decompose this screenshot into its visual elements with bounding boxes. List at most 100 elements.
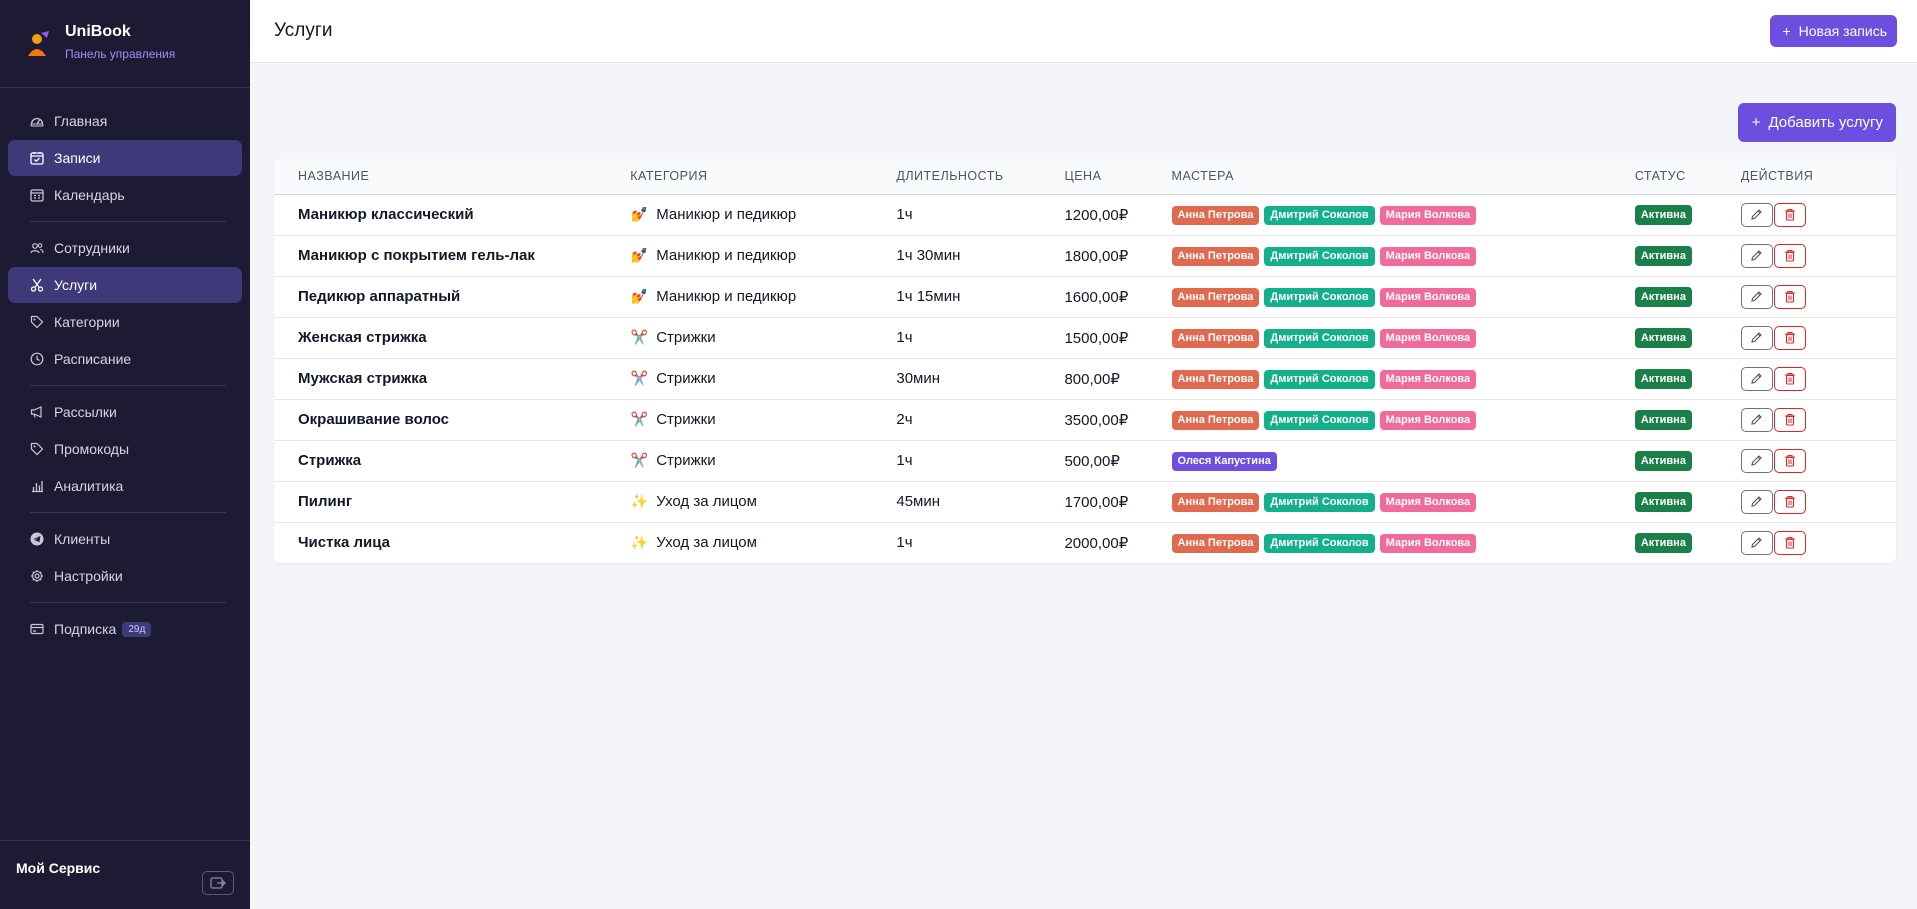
row-actions [1740, 276, 1896, 317]
sidebar-item-1-2[interactable]: Категории [8, 304, 242, 340]
edit-button[interactable] [1740, 243, 1773, 268]
sidebar-item-3-0[interactable]: Клиенты [8, 521, 242, 557]
content: + Добавить услугу Название Категория Длите… [250, 63, 1917, 563]
logout-icon [210, 877, 226, 889]
service-price: 1700,00₽ [1064, 493, 1129, 511]
edit-button[interactable] [1740, 448, 1773, 473]
edit-button[interactable] [1740, 325, 1773, 350]
credit-card-icon [30, 622, 44, 636]
sidebar-item-2-0[interactable]: Рассылки [8, 394, 242, 430]
delete-button[interactable] [1773, 325, 1806, 350]
sidebar-item-3-1[interactable]: Настройки [8, 558, 242, 594]
sidebar-item-2-1[interactable]: Промокоды [8, 431, 242, 467]
delete-button[interactable] [1773, 407, 1806, 432]
master-tag: Дмитрий Соколов [1264, 533, 1375, 553]
master-tag: Дмитрий Соколов [1264, 205, 1375, 225]
service-status: Активна [1634, 399, 1741, 440]
master-tag: Анна Петрова [1171, 328, 1260, 348]
sidebar-item-0-0[interactable]: Главная [8, 103, 242, 139]
category-emoji-icon: ✨ [630, 534, 648, 551]
users-icon [30, 241, 44, 255]
edit-button[interactable] [1740, 530, 1773, 555]
gear-icon [30, 569, 44, 583]
edit-button[interactable] [1740, 407, 1773, 432]
page-title: Услуги [274, 20, 333, 41]
service-name: Маникюр с покрытием гель-лак [298, 247, 535, 264]
sidebar-item-1-3[interactable]: Расписание [8, 341, 242, 377]
service-status: Активна [1634, 317, 1741, 358]
edit-button[interactable] [1740, 366, 1773, 391]
plus-icon: + [1751, 114, 1761, 131]
service-status: Активна [1634, 481, 1741, 522]
main-area: Услуги + Новая запись + Добавить услугу [250, 0, 1917, 909]
delete-button[interactable] [1773, 530, 1806, 555]
sidebar-item-label: Услуги [54, 277, 98, 293]
sidebar-item-1-0[interactable]: Сотрудники [8, 230, 242, 266]
bar-chart-icon [30, 479, 44, 493]
new-booking-label: Новая запись [1798, 23, 1887, 39]
calendar-check-icon [30, 151, 44, 165]
category-label: Маникюр и педикюр [656, 288, 797, 305]
column-header: Цена [1064, 169, 1102, 184]
row-actions [1740, 481, 1896, 522]
row-actions [1740, 522, 1896, 563]
add-service-button[interactable]: + Добавить услугу [1737, 103, 1896, 142]
sidebar-item-label: Категории [54, 314, 120, 330]
sidebar-item-1-1[interactable]: Услуги [8, 267, 242, 303]
status-badge: Активна [1634, 286, 1692, 307]
sidebar-item-4-0[interactable]: Подписка 29д [8, 611, 242, 647]
actions-bar: + Добавить услугу [274, 103, 1896, 143]
edit-button[interactable] [1740, 489, 1773, 514]
calendar-grid-icon [30, 188, 44, 202]
column-header: Мастера [1171, 169, 1234, 184]
service-name: Маникюр классический [298, 206, 474, 223]
table-row: Маникюр с покрытием гель-лак 💅 Маникюр и п… [274, 235, 1896, 276]
service-duration: 30мин [896, 370, 941, 387]
service-masters: Анна Петрова Дмитрий Соколов Мария Волкова [1171, 317, 1635, 358]
pencil-icon [1751, 414, 1763, 425]
tag-icon [30, 315, 44, 329]
service-price: 3500,00₽ [1064, 411, 1129, 429]
delete-button[interactable] [1773, 243, 1806, 268]
pencil-icon [1751, 537, 1763, 548]
logout-button[interactable] [202, 871, 234, 895]
trash-icon [1784, 290, 1795, 303]
sidebar-item-2-2[interactable]: Аналитика [8, 468, 242, 504]
master-tag: Дмитрий Соколов [1264, 287, 1375, 307]
pencil-icon [1751, 496, 1763, 507]
new-booking-button[interactable]: + Новая запись [1770, 15, 1897, 47]
table-row: Педикюр аппаратный 💅 Маникюр и педикюр 1ч 1… [274, 276, 1896, 317]
delete-button[interactable] [1773, 202, 1806, 227]
category-label: Уход за лицом [656, 493, 757, 510]
service-duration: 45мин [896, 493, 941, 510]
service-name: Пилинг [298, 493, 353, 510]
master-tag: Мария Волкова [1379, 328, 1477, 348]
trash-icon [1784, 413, 1795, 426]
sidebar-item-label: Расписание [54, 351, 132, 367]
service-category: ✨ Уход за лицом [630, 481, 896, 522]
brand[interactable]: UniBook Панель управления [0, 0, 250, 88]
sidebar-item-0-2[interactable]: Календарь [8, 177, 242, 213]
delete-button[interactable] [1773, 366, 1806, 391]
master-tag: Дмитрий Соколов [1264, 328, 1375, 348]
trash-icon [1784, 208, 1795, 221]
service-price: 1600,00₽ [1064, 288, 1129, 306]
column-header: Статус [1634, 169, 1686, 184]
service-status: Активна [1634, 194, 1741, 235]
edit-button[interactable] [1740, 202, 1773, 227]
sidebar-item-0-1[interactable]: Записи [8, 140, 242, 176]
service-name: Стрижка [298, 452, 362, 469]
status-badge: Активна [1634, 368, 1692, 389]
delete-button[interactable] [1773, 448, 1806, 473]
edit-button[interactable] [1740, 284, 1773, 309]
service-price: 1500,00₽ [1064, 329, 1129, 347]
service-duration: 1ч [896, 452, 913, 469]
delete-button[interactable] [1773, 489, 1806, 514]
category-emoji-icon: ✂️ [630, 370, 648, 386]
master-tag: Мария Волкова [1379, 369, 1477, 389]
category-emoji-icon: ✂️ [630, 329, 648, 345]
master-tag: Анна Петрова [1171, 246, 1260, 266]
row-actions [1740, 440, 1896, 481]
trash-icon [1784, 331, 1795, 344]
delete-button[interactable] [1773, 284, 1806, 309]
